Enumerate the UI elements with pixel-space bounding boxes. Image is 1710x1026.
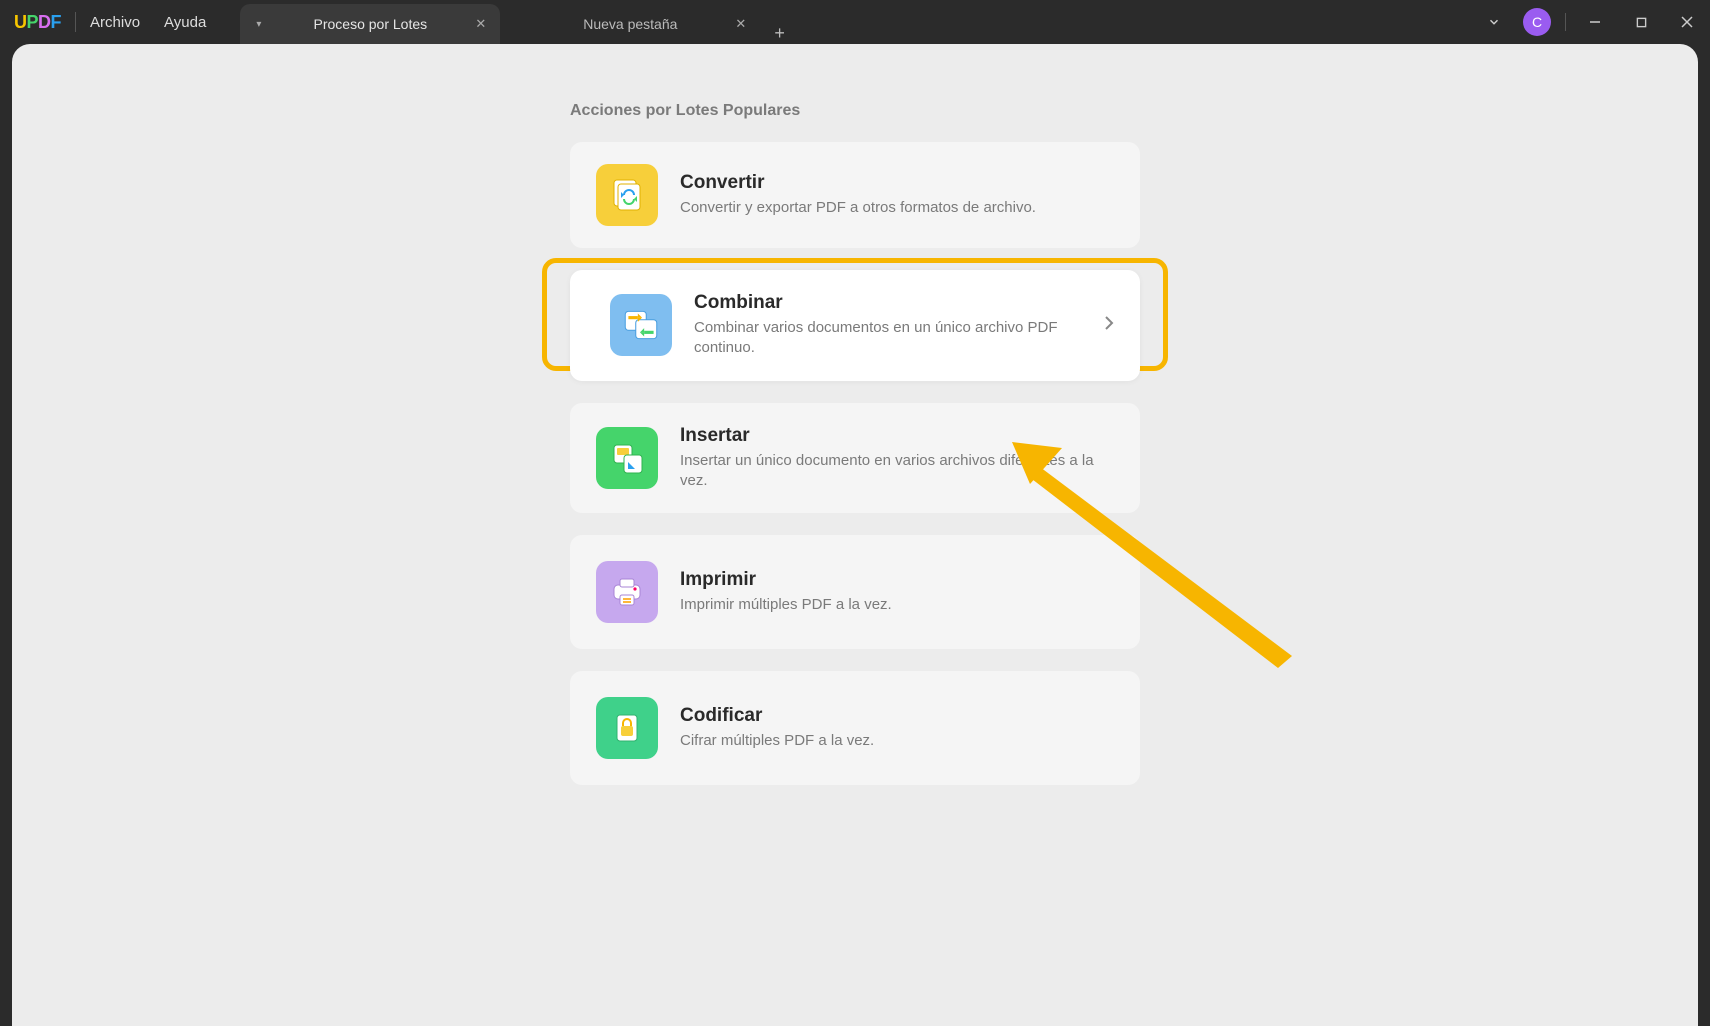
card-title: Combinar	[694, 292, 1094, 314]
card-desc: Insertar un único documento en varios ar…	[680, 451, 1114, 492]
separator	[1565, 13, 1566, 31]
window-controls: C	[1471, 0, 1710, 44]
card-desc: Combinar varios documentos en un único a…	[694, 318, 1094, 359]
content-area: Acciones por Lotes Populares Convertir C…	[12, 44, 1698, 1026]
tab-label: Proceso por Lotes	[314, 16, 428, 32]
tab-close-icon[interactable]: ✕	[475, 16, 486, 32]
card-codificar[interactable]: Codificar Cifrar múltiples PDF a la vez.	[570, 671, 1140, 785]
window-minimize-icon[interactable]	[1572, 0, 1618, 44]
section-title: Acciones por Lotes Populares	[570, 102, 1140, 120]
card-combinar[interactable]: Combinar Combinar varios documentos en u…	[570, 270, 1140, 381]
tab-bar: ▾ Proceso por Lotes ✕ Nueva pestaña ✕ +	[240, 0, 785, 44]
card-desc: Convertir y exportar PDF a otros formato…	[680, 198, 1114, 218]
logo-letter-d: D	[38, 12, 51, 32]
card-title: Codificar	[680, 705, 1114, 727]
app-logo[interactable]: UPDF	[14, 12, 61, 33]
convert-icon	[596, 164, 658, 226]
window-maximize-icon[interactable]	[1618, 0, 1664, 44]
merge-icon	[610, 294, 672, 356]
tab-nueva-pestana[interactable]: Nueva pestaña ✕	[500, 4, 760, 44]
titlebar: UPDF Archivo Ayuda ▾ Proceso por Lotes ✕…	[0, 0, 1710, 44]
card-desc: Imprimir múltiples PDF a la vez.	[680, 595, 1114, 615]
separator	[75, 12, 76, 32]
card-title: Insertar	[680, 425, 1114, 447]
chevron-right-icon	[1104, 315, 1114, 336]
tab-label: Nueva pestaña	[583, 16, 677, 32]
chevron-down-icon[interactable]	[1471, 0, 1517, 44]
card-title: Convertir	[680, 172, 1114, 194]
tab-close-icon[interactable]: ✕	[735, 16, 746, 32]
card-convertir[interactable]: Convertir Convertir y exportar PDF a otr…	[570, 142, 1140, 248]
logo-letter-u: U	[14, 12, 27, 32]
tab-dropdown-icon[interactable]: ▾	[256, 19, 261, 30]
logo-letter-f: F	[51, 12, 62, 32]
menu-archivo[interactable]: Archivo	[90, 14, 140, 31]
tab-proceso-por-lotes[interactable]: ▾ Proceso por Lotes ✕	[240, 4, 500, 44]
card-insertar[interactable]: Insertar Insertar un único documento en …	[570, 403, 1140, 514]
menu-ayuda[interactable]: Ayuda	[164, 14, 206, 31]
tab-add-button[interactable]: +	[774, 23, 785, 44]
card-title: Imprimir	[680, 569, 1114, 591]
card-imprimir[interactable]: Imprimir Imprimir múltiples PDF a la vez…	[570, 535, 1140, 649]
logo-letter-p: P	[27, 12, 39, 32]
batch-actions-panel: Acciones por Lotes Populares Convertir C…	[570, 44, 1140, 785]
encrypt-icon	[596, 697, 658, 759]
print-icon	[596, 561, 658, 623]
window-close-icon[interactable]	[1664, 0, 1710, 44]
card-desc: Cifrar múltiples PDF a la vez.	[680, 731, 1114, 751]
avatar[interactable]: C	[1523, 8, 1551, 36]
insert-icon	[596, 427, 658, 489]
